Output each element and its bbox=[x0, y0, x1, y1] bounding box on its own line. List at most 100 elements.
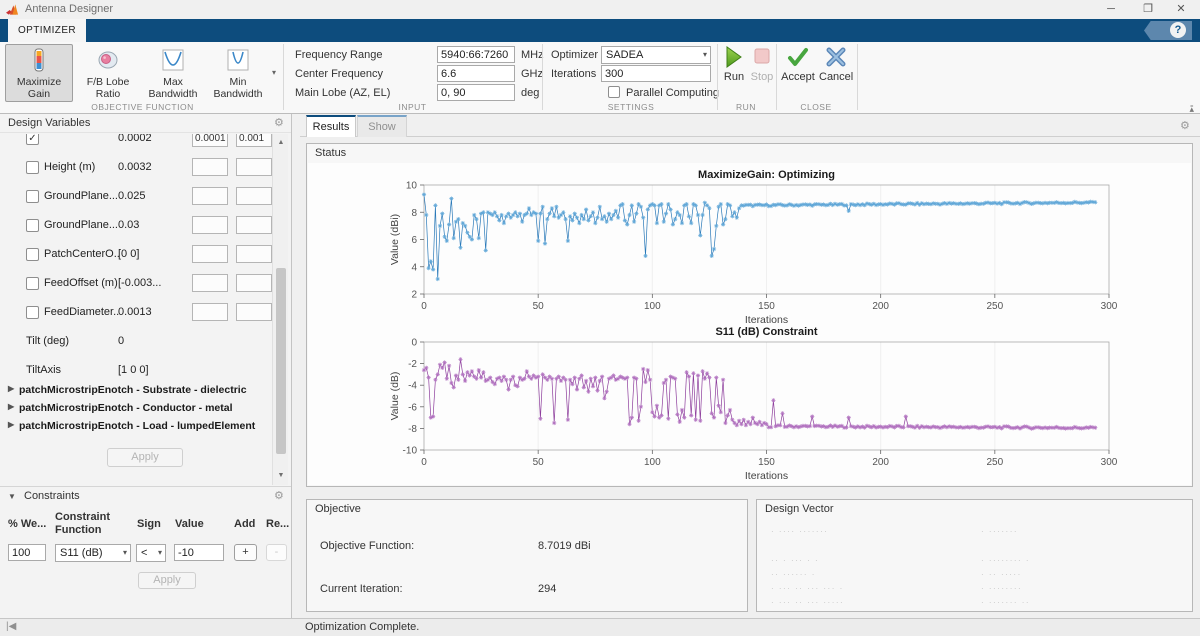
collapse-panel-icon[interactable]: |◀ bbox=[6, 621, 16, 632]
tree-expand-icon[interactable]: ▶ bbox=[8, 402, 14, 411]
charts-container: MaximizeGain: Optimizing0501001502002503… bbox=[308, 163, 1191, 485]
objective-panel-title: Objective bbox=[315, 503, 361, 515]
objective-overflow-icon[interactable]: ▾ bbox=[272, 68, 276, 77]
scrollbar-thumb[interactable] bbox=[276, 268, 286, 454]
upper-bound-field[interactable] bbox=[236, 274, 272, 292]
x-axis-label: Iterations bbox=[745, 470, 788, 482]
col-remove: Re... bbox=[266, 518, 289, 531]
max-bandwidth-icon bbox=[143, 48, 203, 74]
upper-bound-field[interactable] bbox=[236, 303, 272, 321]
constraints-collapse-icon[interactable]: ▼ bbox=[8, 492, 16, 501]
fb-lobe-ratio-button[interactable]: F/B Lobe Ratio bbox=[77, 44, 139, 102]
min-bandwidth-icon bbox=[208, 48, 268, 74]
min-bandwidth-button[interactable]: Min Bandwidth bbox=[207, 44, 269, 102]
lower-bound-field[interactable] bbox=[192, 187, 228, 205]
svg-text:10: 10 bbox=[406, 181, 418, 192]
iterations-input[interactable] bbox=[601, 65, 711, 82]
objective-section-label: OBJECTIVE FUNCTION bbox=[30, 102, 255, 112]
parallel-computing-checkbox[interactable] bbox=[608, 86, 620, 98]
tab-show[interactable]: Show bbox=[357, 115, 407, 137]
scroll-down-icon[interactable]: ▼ bbox=[273, 469, 289, 483]
variable-checkbox[interactable] bbox=[26, 277, 39, 290]
upper-bound-field[interactable] bbox=[236, 216, 272, 234]
variable-checkbox[interactable] bbox=[26, 190, 39, 203]
center-frequency-input[interactable] bbox=[437, 65, 515, 82]
run-button[interactable]: Run bbox=[721, 46, 747, 83]
lower-bound-field[interactable]: 0.0001 bbox=[192, 134, 228, 147]
variable-label: PatchCenterO... bbox=[44, 248, 120, 260]
lower-bound-field[interactable] bbox=[192, 303, 228, 321]
lower-bound-field[interactable] bbox=[192, 245, 228, 263]
lower-bound-field[interactable] bbox=[192, 158, 228, 176]
remove-constraint-button[interactable]: - bbox=[266, 544, 287, 561]
design-vector-panel-title: Design Vector bbox=[765, 503, 833, 515]
upper-bound-field[interactable]: 0.001 bbox=[236, 134, 272, 147]
variable-value: 0 bbox=[118, 335, 124, 347]
stop-button[interactable]: Stop bbox=[749, 46, 775, 83]
variable-checkbox[interactable] bbox=[26, 219, 39, 232]
minimize-button[interactable]: ─ bbox=[1096, 0, 1126, 19]
constraints-gear-icon[interactable]: ⚙ bbox=[274, 491, 284, 502]
tree-expand-icon[interactable]: ▶ bbox=[8, 384, 14, 393]
col-function: Constraint Function bbox=[55, 511, 133, 536]
restore-button[interactable]: ❐ bbox=[1133, 0, 1163, 19]
variable-value: [-0.003... bbox=[118, 277, 161, 289]
fb-lobe-ratio-label: F/B Lobe Ratio bbox=[87, 76, 130, 100]
tree-item[interactable]: ▶patchMicrostripEnotch - Load - lumpedEl… bbox=[0, 418, 292, 436]
app-window: Antenna Designer ─ ❐ ✕ OPTIMIZER ? Maxim… bbox=[0, 0, 1200, 636]
variable-label: GroundPlane... bbox=[44, 190, 120, 202]
lower-bound-field[interactable] bbox=[192, 274, 228, 292]
design-variable-row: GroundPlane...0.03 bbox=[0, 211, 292, 240]
design-variables-gear-icon[interactable]: ⚙ bbox=[274, 118, 284, 129]
main-lobe-input[interactable] bbox=[437, 84, 515, 101]
svg-text:4: 4 bbox=[411, 262, 417, 273]
help-icon[interactable]: ? bbox=[1170, 22, 1186, 38]
section-divider bbox=[542, 44, 543, 110]
variable-checkbox[interactable] bbox=[26, 306, 39, 319]
frequency-range-unit: MHz bbox=[521, 49, 544, 61]
max-bandwidth-button[interactable]: Max Bandwidth bbox=[142, 44, 204, 102]
frequency-range-input[interactable] bbox=[437, 46, 515, 63]
scroll-up-icon[interactable]: ▲ bbox=[273, 136, 289, 150]
variable-checkbox[interactable] bbox=[26, 161, 39, 174]
tree-item[interactable]: ▶patchMicrostripEnotch - Substrate - die… bbox=[0, 382, 292, 400]
cancel-button[interactable]: Cancel bbox=[819, 46, 853, 83]
status-charts: MaximizeGain: Optimizing0501001502002503… bbox=[308, 163, 1191, 490]
upper-bound-field[interactable] bbox=[236, 158, 272, 176]
lower-bound-field[interactable] bbox=[192, 216, 228, 234]
maximize-gain-button[interactable]: Maximize Gain bbox=[5, 44, 73, 102]
constraint-value-input[interactable] bbox=[174, 544, 224, 561]
main-lobe-label: Main Lobe (AZ, EL) bbox=[295, 87, 390, 99]
variable-checkbox[interactable]: ✓ bbox=[26, 134, 39, 145]
add-constraint-button[interactable]: + bbox=[234, 544, 257, 561]
variable-checkbox[interactable] bbox=[26, 248, 39, 261]
constraints-apply-button[interactable]: Apply bbox=[138, 572, 196, 589]
weight-input[interactable] bbox=[8, 544, 46, 561]
tree-item[interactable]: ▶patchMicrostripEnotch - Conductor - met… bbox=[0, 400, 292, 418]
series-markers bbox=[422, 357, 1098, 431]
design-vector-label: · ···· ······· bbox=[771, 527, 828, 536]
design-variables-apply-button[interactable]: Apply bbox=[107, 448, 183, 467]
section-divider bbox=[283, 44, 284, 110]
svg-text:50: 50 bbox=[533, 301, 545, 312]
svg-text:-10: -10 bbox=[403, 446, 418, 457]
accept-button[interactable]: Accept bbox=[781, 46, 815, 83]
tree-expand-icon[interactable]: ▶ bbox=[8, 420, 14, 429]
tab-results[interactable]: Results bbox=[306, 115, 356, 137]
section-divider bbox=[857, 44, 858, 110]
optimizer-value: SADEA bbox=[606, 49, 643, 61]
upper-bound-field[interactable] bbox=[236, 187, 272, 205]
variable-label: Tilt (deg) bbox=[26, 335, 102, 347]
design-variable-row: Tilt (deg) 0 bbox=[0, 327, 292, 356]
constraint-function-dropdown[interactable]: S11 (dB) ▾ bbox=[55, 544, 131, 562]
optimizer-dropdown[interactable]: SADEA ▾ bbox=[601, 46, 711, 64]
tab-optimizer[interactable]: OPTIMIZER bbox=[8, 19, 86, 42]
parallel-computing-label: Parallel Computing bbox=[626, 87, 719, 99]
upper-bound-field[interactable] bbox=[236, 245, 272, 263]
series-markers bbox=[422, 192, 1098, 281]
results-gear-icon[interactable]: ⚙ bbox=[1180, 121, 1190, 132]
collapse-ribbon-icon[interactable]: ▴̄ bbox=[1189, 104, 1194, 115]
variable-value: 0.0013 bbox=[118, 306, 152, 318]
close-button[interactable]: ✕ bbox=[1166, 0, 1196, 19]
sign-dropdown[interactable]: < ▾ bbox=[136, 544, 166, 562]
